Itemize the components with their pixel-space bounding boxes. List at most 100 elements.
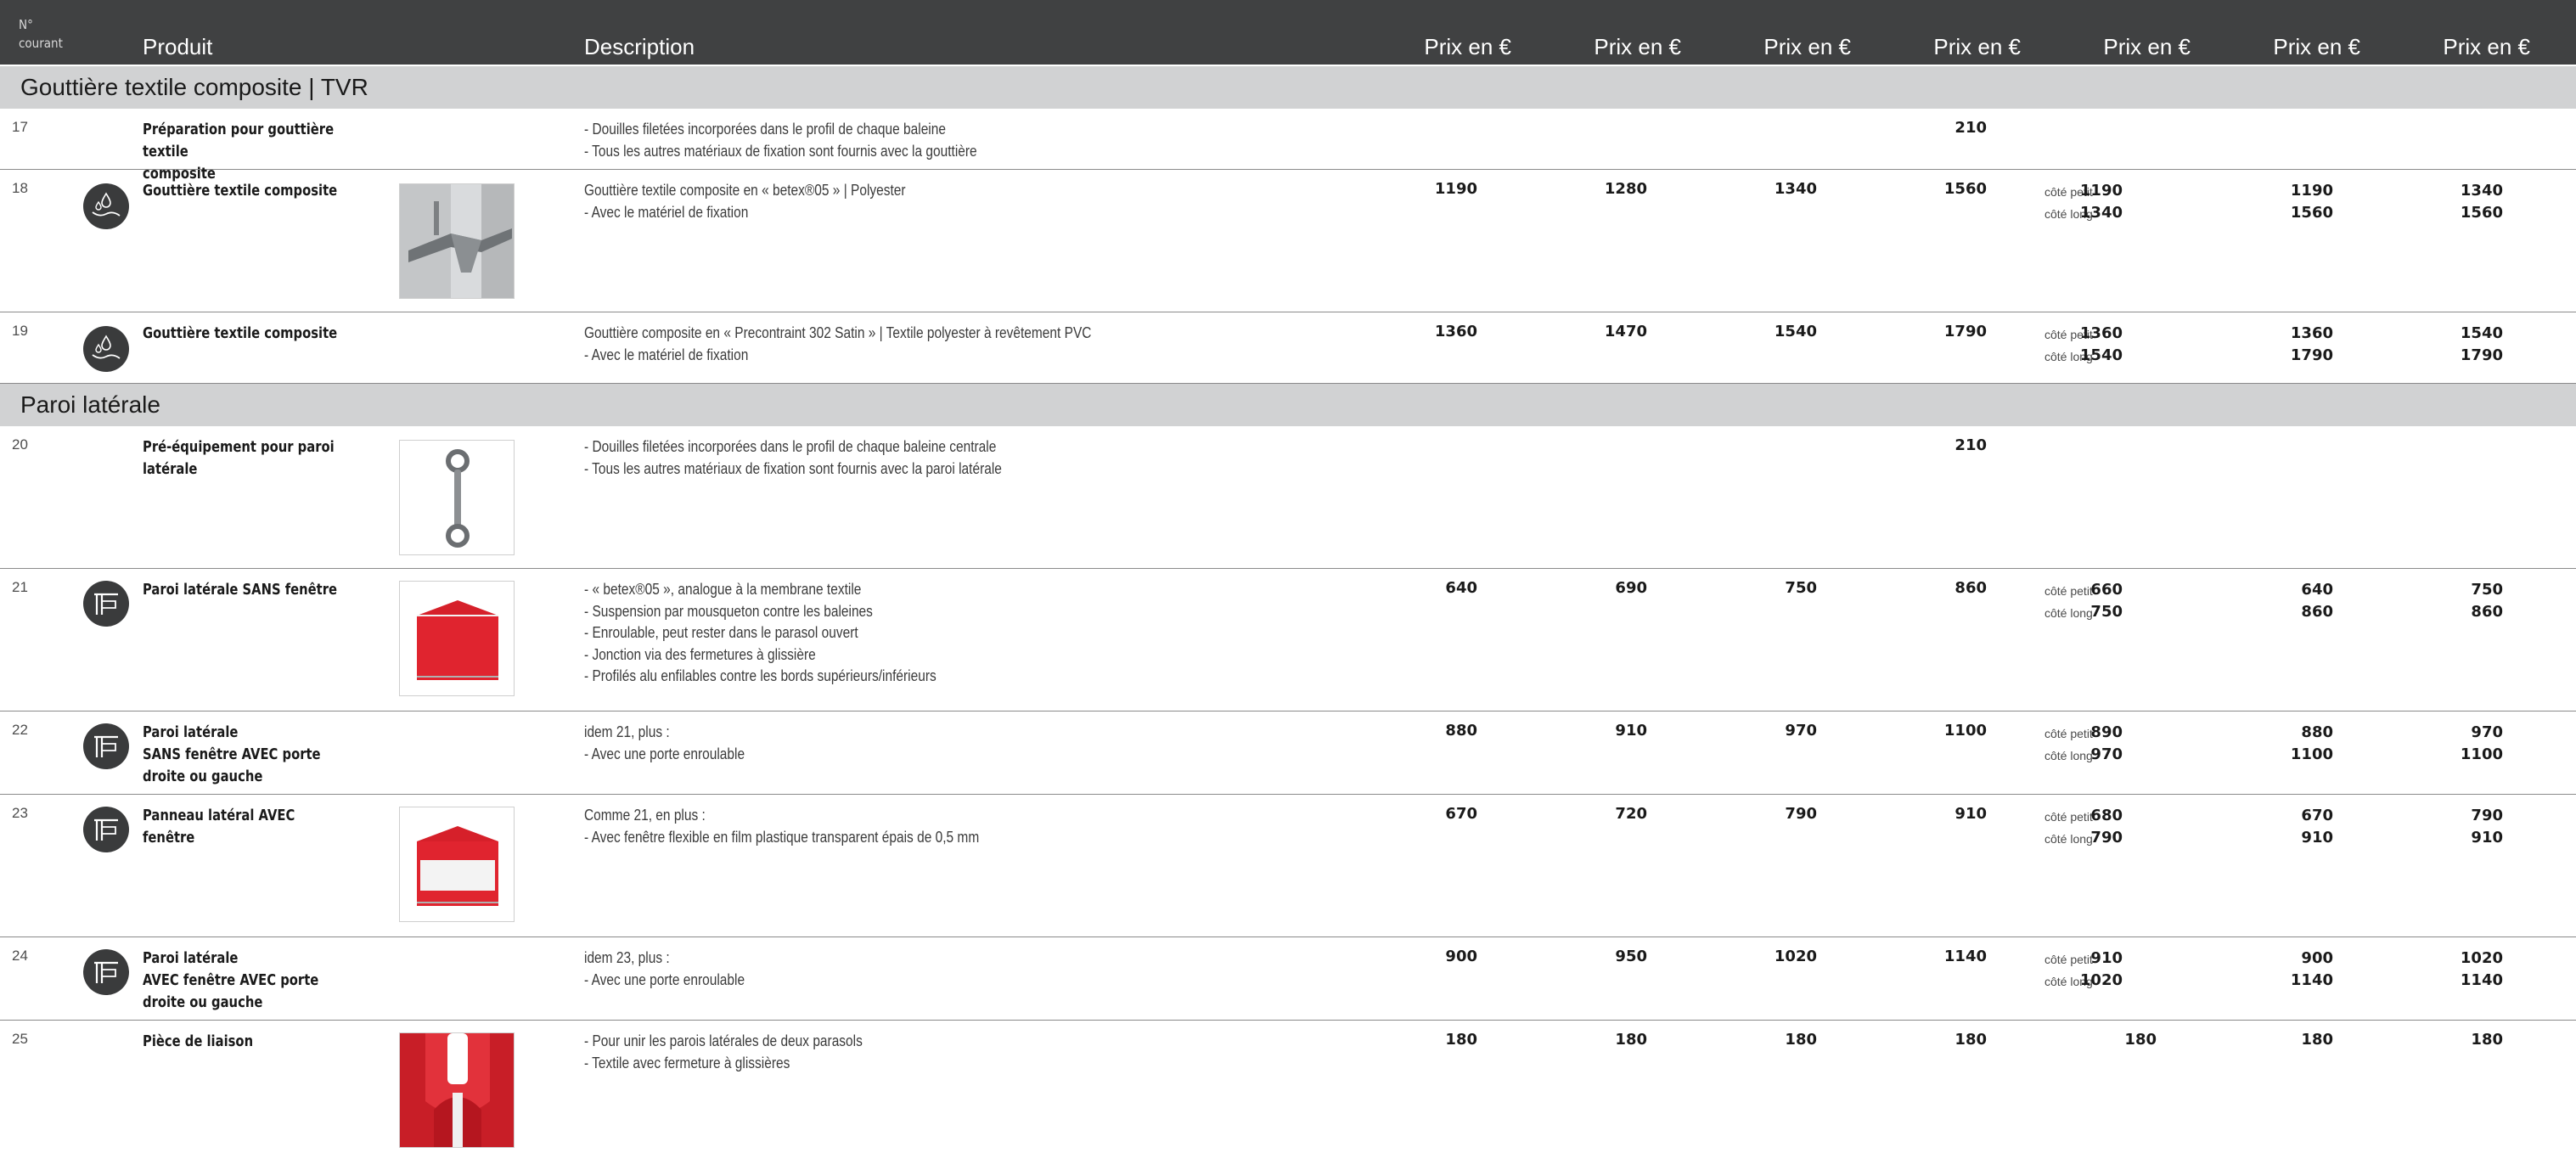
price-cell: 900 (1445, 948, 1477, 965)
product-name: Panneau latéral AVEC fenêtre (143, 807, 295, 846)
price-cell-dual: 1340 1560 (2460, 182, 2503, 222)
price-cell: 910 (1615, 722, 1647, 740)
product-description: Gouttière composite en « Precontraint 30… (584, 324, 1092, 363)
price-cell: 210 (1954, 119, 1987, 137)
red-wall-photo (399, 581, 515, 696)
connector-photo (399, 1032, 515, 1148)
price-cell: 180 (1615, 1031, 1647, 1049)
product-description: - Pour unir les parois latérales de deux… (584, 1032, 863, 1071)
side-wall-icon (83, 581, 129, 627)
price-cell-dual: 1020 1140 (2460, 949, 2503, 989)
table-row: 23 Panneau latéral AVEC fenêtre Comme 21… (0, 795, 2576, 937)
price-cell: 750 (1785, 579, 1817, 597)
table-row: 24 Paroi latérale AVEC fenêtre AVEC port… (0, 937, 2576, 1021)
section-heading-gutter: Gouttière textile composite | TVR (0, 66, 2576, 109)
price-cell: 180 (1445, 1031, 1477, 1049)
price-cell: 970 (1785, 722, 1817, 740)
price-cell: 180 (2301, 1031, 2333, 1049)
price-cell-dual: 970 1100 (2460, 723, 2503, 763)
window-wall-photo (399, 807, 515, 922)
price-cell: 950 (1615, 948, 1647, 965)
product-name: Gouttière textile composite (143, 182, 338, 200)
price-cell-dual: 900 1140 (2290, 949, 2333, 989)
side-wall-icon (83, 807, 129, 852)
row-number: 21 (12, 579, 28, 595)
price-cell: 1790 (1943, 323, 1987, 340)
side-wall-icon (83, 723, 129, 769)
price-cell: 1020 (1774, 948, 1817, 965)
price-cell: 1470 (1604, 323, 1647, 340)
price-column-header-4: Prix en € (1933, 34, 2021, 59)
table-row: 18 Gouttière textile composite Gouttière… (0, 170, 2576, 312)
price-cell-dual: 1540 1790 (2460, 324, 2503, 364)
row-number: 20 (12, 436, 28, 453)
table-row: 21 Paroi latérale SANS fenêtre - « betex… (0, 569, 2576, 711)
price-column-header-7: Prix en € (2443, 34, 2530, 59)
row-number: 18 (12, 180, 28, 196)
price-cell: 1560 (1943, 180, 1987, 198)
price-cell-dual: 660 750 (2090, 581, 2123, 621)
price-cell: 880 (1445, 722, 1477, 740)
price-cell: 180 (2124, 1031, 2157, 1049)
product-name: Paroi latérale SANS fenêtre AVEC porte d… (143, 723, 321, 785)
table-row: 19 Gouttière textile composite Gouttière… (0, 312, 2576, 384)
price-cell-dual: 1190 1560 (2290, 182, 2333, 222)
price-cell: 180 (1954, 1031, 1987, 1049)
row-number: 25 (12, 1031, 28, 1047)
price-cell-dual: 790 910 (2471, 807, 2503, 846)
product-name: Gouttière textile composite (143, 324, 338, 342)
price-cell: 640 (1445, 579, 1477, 597)
price-cell: 790 (1785, 805, 1817, 823)
price-cell: 1190 (1434, 180, 1477, 198)
description-column-header: Description (584, 34, 695, 59)
side-wall-icon (83, 949, 129, 995)
price-cell-dual: 890 970 (2090, 723, 2123, 763)
product-description: - Douilles filetées incorporées dans le … (584, 438, 1002, 477)
product-description: idem 21, plus : - Avec une porte enroula… (584, 723, 745, 762)
price-column-header-2: Prix en € (1594, 34, 1681, 59)
table-row: 20 Pré-équipement pour paroi latérale - … (0, 426, 2576, 569)
product-description: Gouttière textile composite en « betex®0… (584, 182, 906, 221)
row-number: 24 (12, 948, 28, 964)
product-description: - « betex®05 », analogue à la membrane t… (584, 581, 936, 684)
product-description: idem 23, plus : - Avec une porte enroula… (584, 949, 745, 988)
product-column-header: Produit (143, 34, 213, 59)
price-column-header-5: Prix en € (2103, 34, 2191, 59)
number-column-header: N° courant (19, 15, 63, 53)
table-header: N° courant Produit Description Prix en €… (0, 0, 2576, 65)
number-label-line1: N° (19, 17, 33, 32)
price-cell-dual: 880 1100 (2290, 723, 2333, 763)
price-cell: 670 (1445, 805, 1477, 823)
price-column-header-1: Prix en € (1424, 34, 1511, 59)
section-heading-side-wall: Paroi latérale (0, 384, 2576, 426)
price-cell: 1360 (1434, 323, 1477, 340)
price-cell: 720 (1615, 805, 1647, 823)
table-row: 22 Paroi latérale SANS fenêtre AVEC port… (0, 711, 2576, 795)
product-description: - Douilles filetées incorporées dans le … (584, 121, 977, 160)
price-cell: 1100 (1943, 722, 1987, 740)
number-label-line2: courant (19, 36, 63, 51)
row-number: 17 (12, 119, 28, 135)
product-name: Paroi latérale SANS fenêtre (143, 581, 338, 599)
price-cell: 690 (1615, 579, 1647, 597)
swivel-hook-photo (399, 440, 515, 555)
row-number: 19 (12, 323, 28, 339)
product-description: Comme 21, en plus : - Avec fenêtre flexi… (584, 807, 980, 846)
price-cell: 910 (1954, 805, 1987, 823)
price-cell: 1280 (1604, 180, 1647, 198)
price-cell-dual: 750 860 (2471, 581, 2503, 621)
price-cell-dual: 670 910 (2301, 807, 2333, 846)
price-cell-dual: 1360 1540 (2079, 324, 2123, 364)
product-name: Pièce de liaison (143, 1032, 254, 1050)
row-number: 23 (12, 805, 28, 821)
row-number: 22 (12, 722, 28, 738)
price-cell: 180 (1785, 1031, 1817, 1049)
table-row: 17 Préparation pour gouttière textile co… (0, 109, 2576, 183)
price-cell-dual: 680 790 (2090, 807, 2123, 846)
gutter-water-icon (83, 326, 129, 372)
price-cell: 180 (2471, 1031, 2503, 1049)
price-cell: 1340 (1774, 180, 1817, 198)
product-name: Pré-équipement pour paroi latérale (143, 438, 335, 478)
price-cell-dual: 640 860 (2301, 581, 2333, 621)
price-column-header-3: Prix en € (1763, 34, 1851, 59)
